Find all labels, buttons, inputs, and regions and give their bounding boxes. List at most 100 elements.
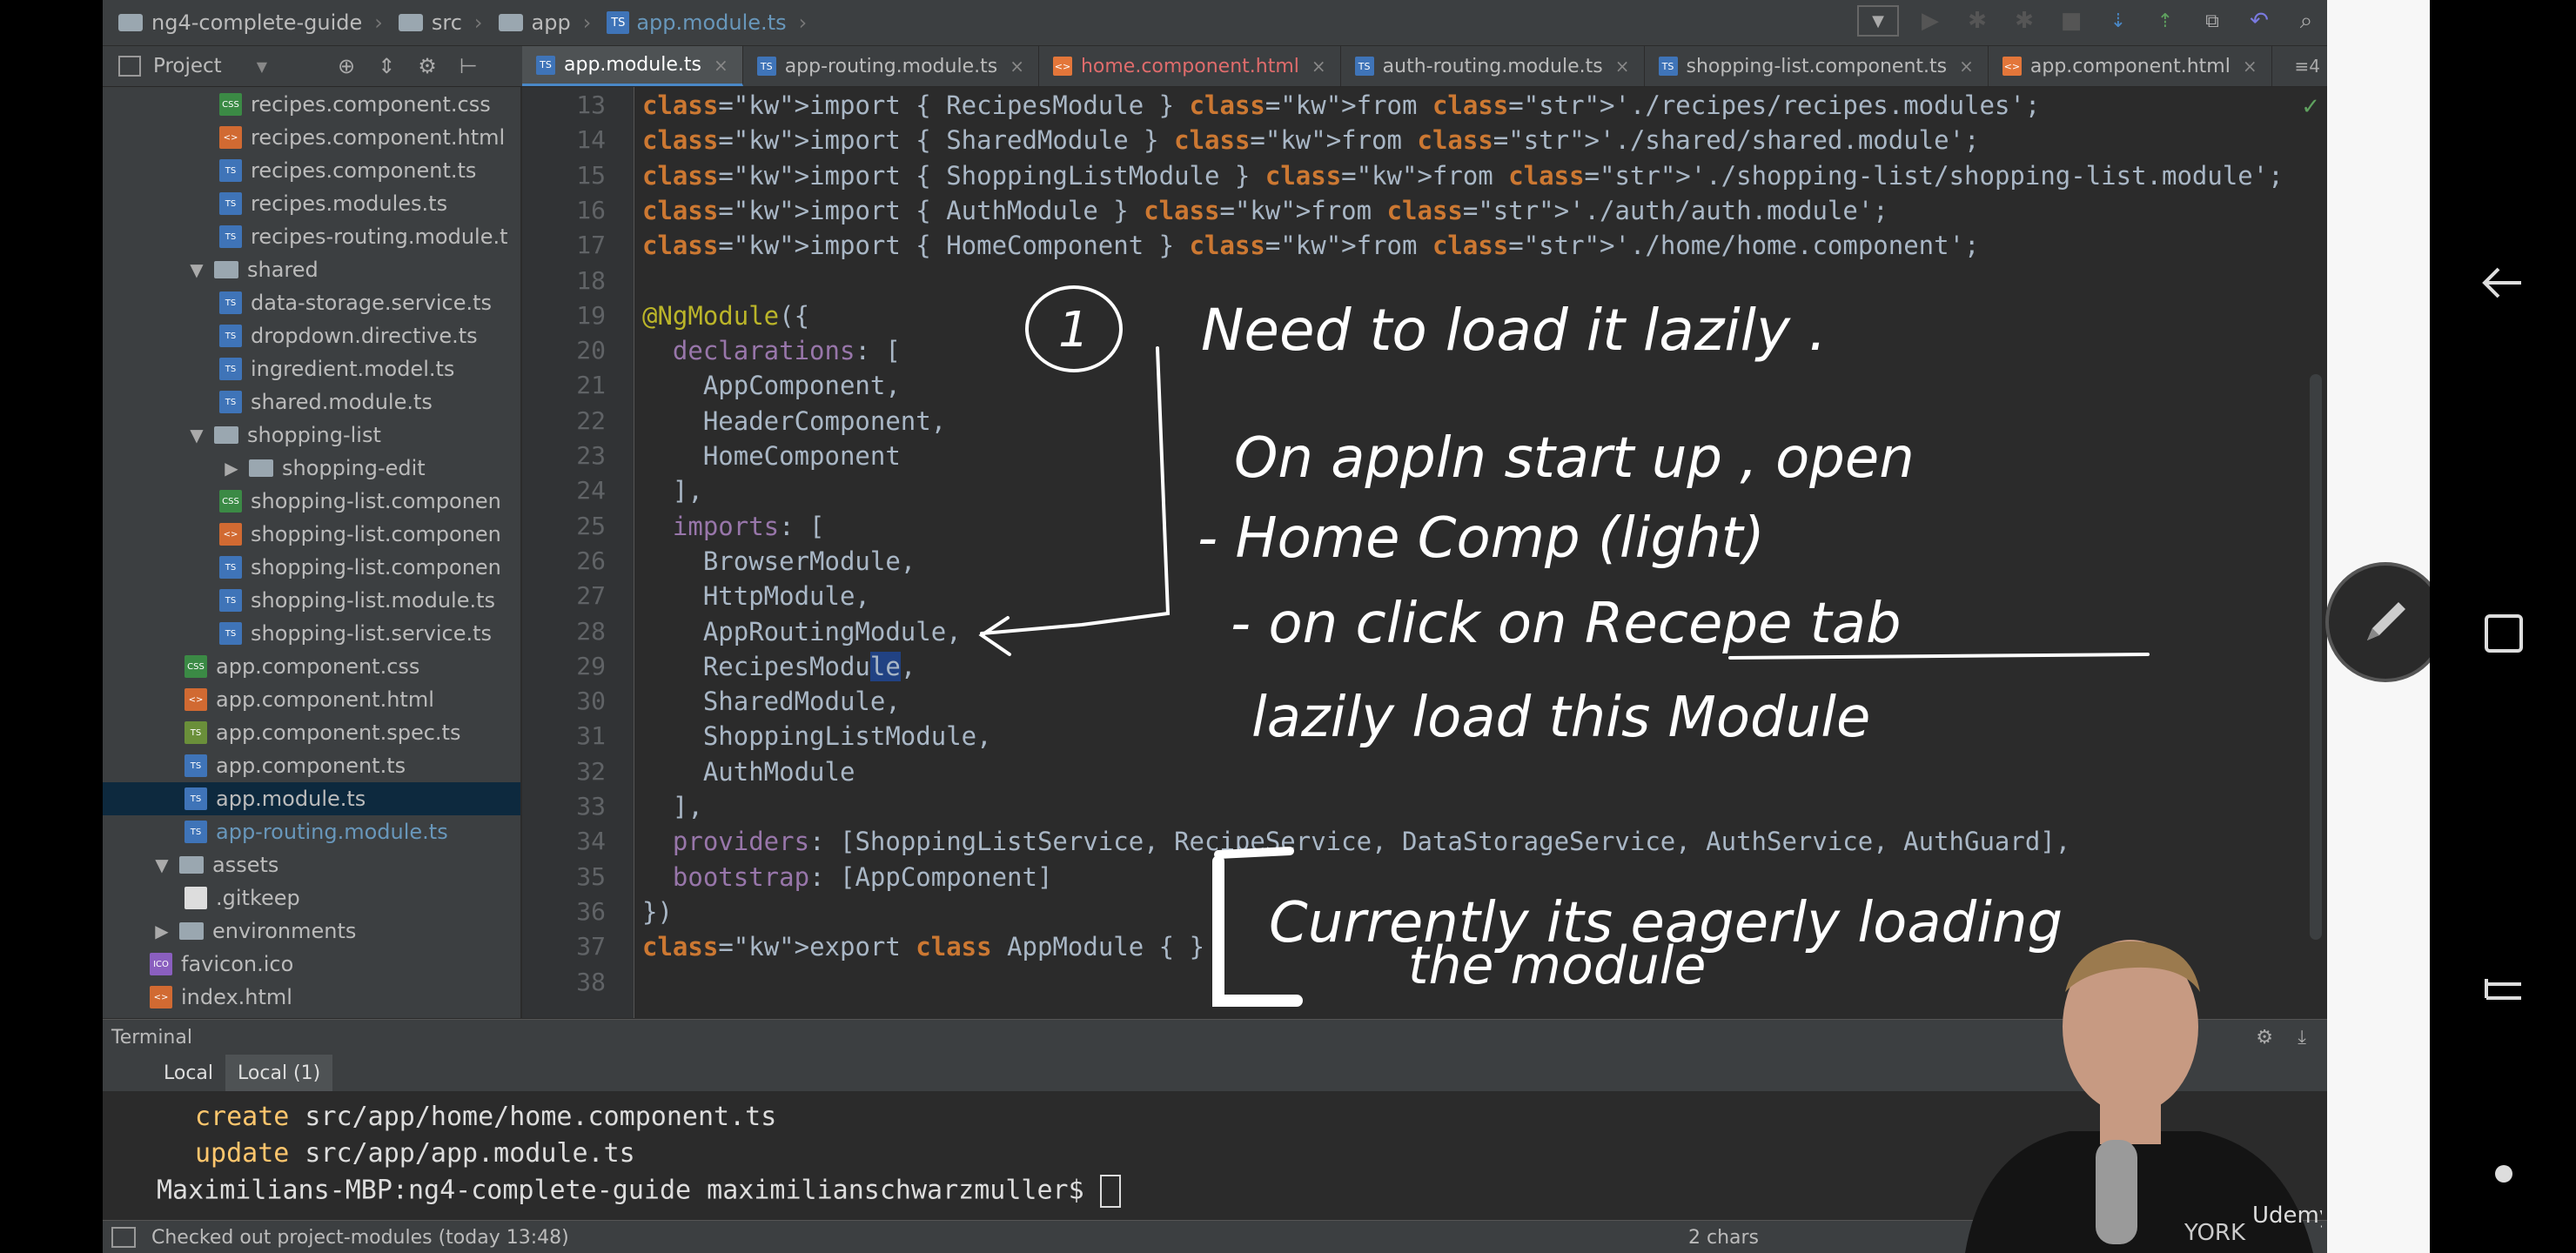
- folder-icon: [179, 856, 204, 874]
- tab-app-module-ts[interactable]: TS app.module.ts ×: [522, 46, 743, 86]
- tree-file[interactable]: TS recipes.modules.ts: [219, 187, 447, 220]
- tree-folder[interactable]: ▶ environments: [150, 915, 356, 948]
- editor-scrollbar[interactable]: [2310, 374, 2322, 940]
- code-line: providers: [ShoppingListService, RecipeS…: [672, 827, 2071, 857]
- tree-file[interactable]: TS app.component.spec.ts: [184, 716, 460, 749]
- tree-file[interactable]: TS app-routing.module.ts: [184, 815, 448, 848]
- tree-file[interactable]: ICO favicon.ico: [150, 948, 293, 981]
- tree-file[interactable]: TS shopping-list.service.ts: [219, 617, 492, 650]
- code-editor[interactable]: 13 14 15 16 17 18 19 20 21 22 23 24 25 26 27 28 29 30 31 32…: [522, 87, 2327, 1018]
- vcs-commit-icon[interactable]: ⇡: [2150, 5, 2181, 37]
- chevron-down-icon[interactable]: ▼: [184, 259, 209, 280]
- tree-folder[interactable]: ▼ assets: [150, 848, 278, 881]
- tree-item-label: app.component.ts: [216, 754, 406, 778]
- breadcrumb-file[interactable]: TS app.module.ts ›: [607, 10, 807, 35]
- ts-file-icon: TS: [219, 291, 242, 314]
- tree-file[interactable]: <> shopping-list.componen: [219, 518, 501, 551]
- stop-icon[interactable]: ■: [2056, 5, 2087, 37]
- line-number: 24: [576, 476, 606, 506]
- chevron-right-icon[interactable]: ▶: [150, 921, 174, 941]
- tree-file[interactable]: .gitkeep: [184, 881, 300, 915]
- tree-item-label: shared: [247, 258, 319, 282]
- terminal-tab-local-1[interactable]: Local (1): [225, 1055, 333, 1091]
- breadcrumb-project[interactable]: ng4-complete-guide ›: [118, 10, 383, 35]
- debug-icon[interactable]: ✱: [1962, 5, 1993, 37]
- tab-auth-routing-module-ts[interactable]: TS auth-routing.module.ts ×: [1341, 46, 1645, 86]
- tree-folder[interactable]: ▶ shopping-edit: [219, 452, 425, 485]
- breadcrumb-app[interactable]: app ›: [498, 10, 591, 35]
- close-icon[interactable]: ×: [1010, 56, 1024, 77]
- close-icon[interactable]: ×: [1959, 56, 1974, 77]
- line-number: 21: [576, 371, 606, 400]
- close-icon[interactable]: ×: [714, 55, 728, 76]
- tree-file[interactable]: TS dropdown.directive.ts: [219, 319, 478, 352]
- tree-file[interactable]: TS app.component.ts: [184, 749, 406, 782]
- tree-file[interactable]: TS recipes-routing.module.t: [219, 220, 508, 253]
- terminal-prompt: Maximilians-MBP:ng4-complete-guide maxim…: [157, 1175, 1121, 1208]
- close-icon[interactable]: ×: [2243, 56, 2257, 77]
- tab-app-component-html[interactable]: <> app.component.html ×: [1989, 46, 2272, 86]
- tab-label: home.component.html: [1080, 55, 1299, 77]
- split-screen-icon[interactable]: [2473, 957, 2534, 1018]
- ts-file-icon: TS: [219, 225, 242, 248]
- chevron-down-icon[interactable]: ▼: [184, 425, 209, 446]
- tree-file[interactable]: <> recipes.component.html: [219, 121, 505, 154]
- chevron-down-icon[interactable]: ▼: [257, 58, 267, 75]
- search-icon[interactable]: ⌕: [2291, 5, 2322, 37]
- close-icon[interactable]: ×: [1615, 56, 1630, 77]
- tree-file[interactable]: TS data-storage.service.ts: [219, 286, 492, 319]
- typescript-file-icon: TS: [607, 11, 630, 34]
- tree-file[interactable]: CSS recipes.component.css: [219, 88, 491, 121]
- hide-icon[interactable]: ⊢: [460, 54, 478, 78]
- line-number: 28: [576, 616, 606, 646]
- tree-folder[interactable]: ▼ shopping-list: [184, 419, 381, 452]
- tree-file[interactable]: TS recipes.component.ts: [219, 154, 476, 187]
- tree-item-label: .gitkeep: [216, 886, 300, 910]
- run-config-dropdown-icon[interactable]: ▼: [1857, 5, 1899, 37]
- vcs-update-icon[interactable]: ⇣: [2103, 5, 2134, 37]
- home-indicator-icon[interactable]: [2489, 1159, 2519, 1189]
- folder-icon: [498, 14, 523, 31]
- back-icon[interactable]: [2473, 252, 2534, 313]
- gear-icon[interactable]: ⚙: [418, 54, 437, 78]
- tabs-overflow[interactable]: ≡4: [2295, 46, 2320, 86]
- tree-file[interactable]: <> app.component.html: [184, 683, 434, 716]
- tree-file[interactable]: TS shopping-list.module.ts: [219, 584, 495, 617]
- tab-shopping-list-component-ts[interactable]: TS shopping-list.component.ts ×: [1645, 46, 1989, 86]
- ts-file-icon: TS: [184, 787, 207, 810]
- breadcrumb-src[interactable]: src ›: [398, 10, 483, 35]
- status-message: Checked out project-modules (today 13:48…: [151, 1226, 569, 1249]
- pen-tool-button[interactable]: [2325, 562, 2445, 682]
- line-number: 38: [576, 967, 606, 996]
- tool-window-icon[interactable]: [111, 1227, 136, 1248]
- tab-home-component-html[interactable]: <> home.component.html ×: [1039, 46, 1341, 86]
- tree-folder[interactable]: ▼ shared: [184, 253, 319, 286]
- chevron-down-icon[interactable]: ▼: [150, 854, 174, 875]
- tree-file[interactable]: CSS shopping-list.componen: [219, 485, 501, 518]
- run-icon[interactable]: ▶: [1915, 5, 1946, 37]
- revert-icon[interactable]: ↶: [2244, 5, 2275, 37]
- line-number: 22: [576, 405, 606, 435]
- close-icon[interactable]: ×: [1311, 56, 1326, 77]
- tree-file[interactable]: TS ingredient.model.ts: [219, 352, 454, 385]
- tree-file[interactable]: TS shared.module.ts: [219, 385, 433, 419]
- code-line: ],: [642, 792, 703, 821]
- code-line: HttpModule,: [642, 581, 870, 612]
- terminal-tab-local[interactable]: Local: [151, 1055, 225, 1091]
- tree-item-label: assets: [212, 853, 279, 877]
- target-icon[interactable]: ⊕: [338, 54, 355, 78]
- tree-file[interactable]: TS app.module.ts: [103, 782, 520, 815]
- chevron-right-icon[interactable]: ▶: [219, 458, 244, 479]
- recents-icon[interactable]: [2473, 603, 2534, 664]
- coverage-icon[interactable]: ✱: [2009, 5, 2040, 37]
- tab-app-routing-module-ts[interactable]: TS app-routing.module.ts ×: [743, 46, 1039, 86]
- html-file-icon: <>: [150, 986, 172, 1008]
- tree-file[interactable]: CSS app.component.css: [184, 650, 419, 683]
- tree-item-label: favicon.ico: [181, 952, 294, 976]
- shirt-print: YORK: [2184, 1220, 2246, 1246]
- code-line: }): [642, 896, 673, 927]
- tree-file[interactable]: <> index.html: [150, 981, 292, 1014]
- vcs-compare-icon[interactable]: ⧉: [2197, 5, 2228, 37]
- collapse-icon[interactable]: ⇕: [378, 54, 395, 78]
- tree-file[interactable]: TS shopping-list.componen: [219, 551, 501, 584]
